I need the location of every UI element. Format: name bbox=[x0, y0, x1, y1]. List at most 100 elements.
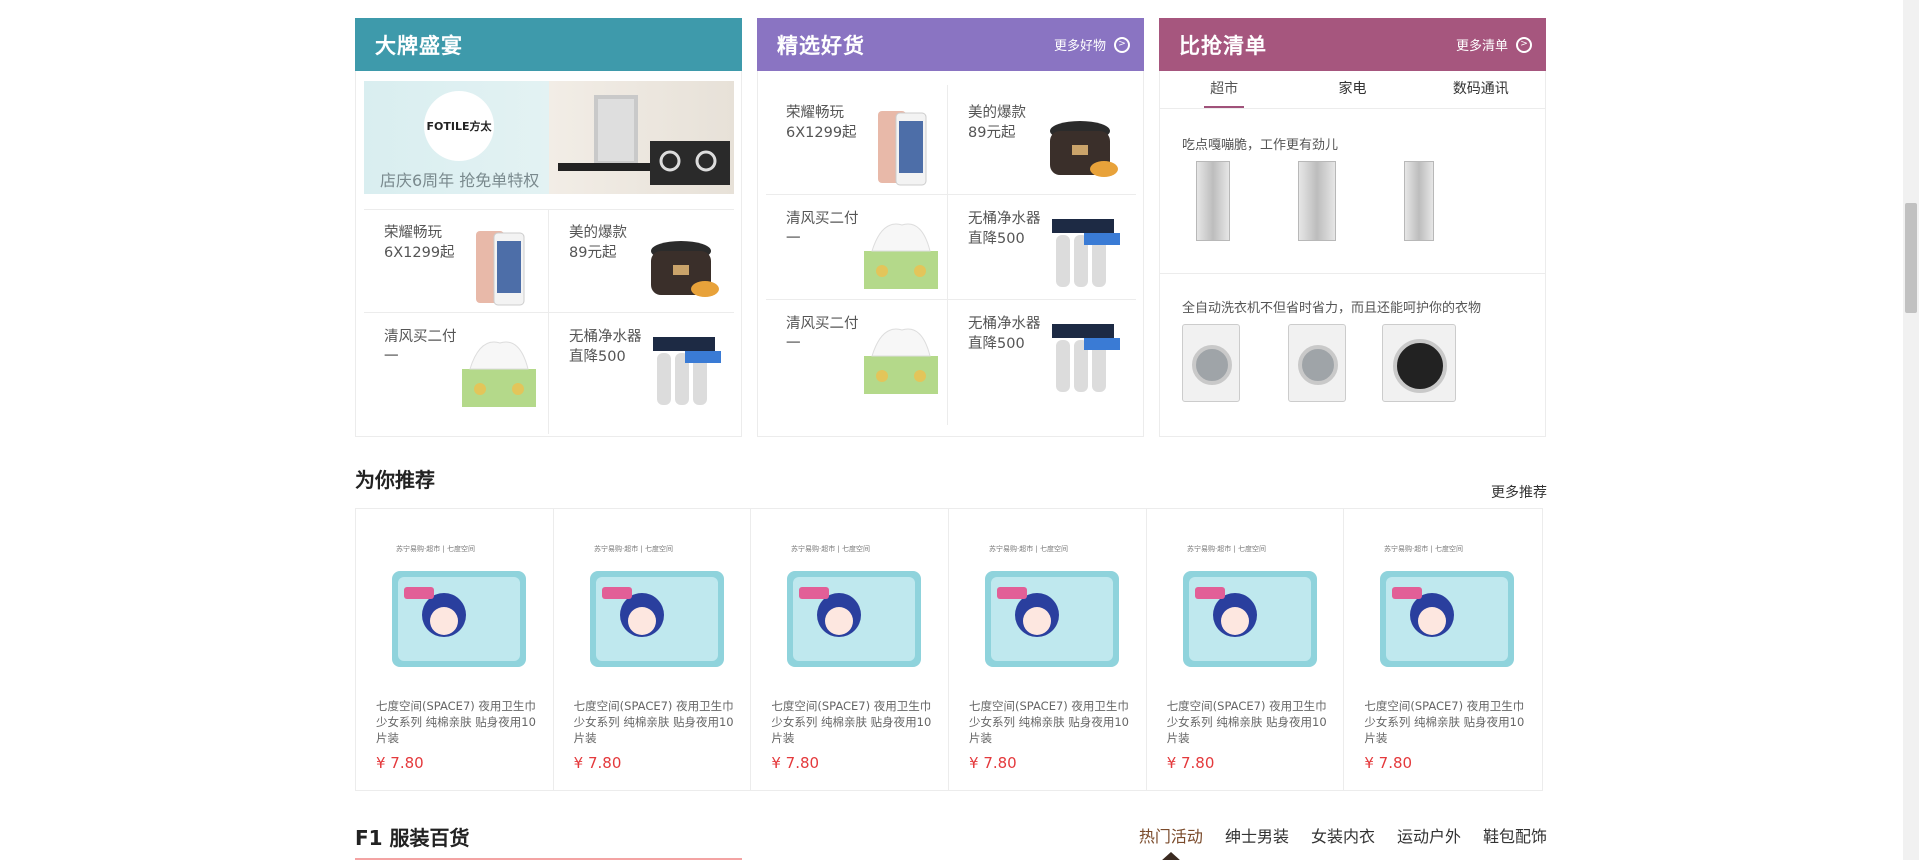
tile-name: 荣耀畅玩 bbox=[786, 105, 844, 121]
tab-label: 数码通讯 bbox=[1452, 81, 1509, 97]
tile-sub: 一 bbox=[786, 336, 801, 352]
chevron-right-icon: > bbox=[1516, 36, 1532, 53]
product-price: ¥ 7.80 bbox=[969, 754, 1017, 772]
panel-brand-feast: 大牌盛宴 FOTILE方太 店庆6周年 抢免单特权 荣耀畅玩 6X1299起 美… bbox=[355, 18, 742, 437]
promo-tile[interactable]: 无桶净水器 直降500 bbox=[549, 313, 733, 416]
more-goods-link[interactable]: 更多好物 > bbox=[1054, 35, 1130, 54]
tab-label: 女装内衣 bbox=[1310, 827, 1375, 846]
pad-package-icon: 苏宁易购·超市 | 七度空间 bbox=[787, 544, 922, 667]
panel-title: 大牌盛宴 bbox=[375, 33, 463, 58]
tab-outdoor[interactable]: 运动户外 bbox=[1397, 823, 1461, 847]
tab-label: 绅士男装 bbox=[1224, 827, 1289, 846]
tab-label: 鞋包配饰 bbox=[1482, 827, 1547, 846]
tile-sub: 一 bbox=[786, 231, 801, 247]
promo-tile[interactable]: 美的爆款 89元起 bbox=[948, 89, 1132, 192]
more-link-label: 更多清单 bbox=[1455, 39, 1508, 54]
promo-tile[interactable]: 无桶净水器 直降500 bbox=[948, 195, 1132, 298]
list-section[interactable]: 全自动洗衣机不但省时省力，而且还能呵护你的衣物 bbox=[1160, 274, 1545, 434]
tab-label: 超市 bbox=[1204, 72, 1245, 108]
tissue-icon bbox=[864, 328, 938, 394]
product-card[interactable]: 苏宁易购·超市 | 七度空间 七度空间(SPACE7) 夜用卫生巾 少女系列 纯… bbox=[949, 509, 1147, 790]
pad-package-icon: 苏宁易购·超市 | 七度空间 bbox=[589, 544, 724, 667]
tile-name: 无桶净水器 bbox=[968, 316, 1041, 332]
tab-womenswear[interactable]: 女装内衣 bbox=[1311, 823, 1375, 847]
scrollbar-thumb[interactable] bbox=[1905, 203, 1917, 313]
tab-label: 热门活动 bbox=[1138, 827, 1203, 846]
promo-tile[interactable]: 荣耀畅玩 6X1299起 bbox=[766, 89, 950, 192]
svg-text:苏宁易购·超市 | 七度空间: 苏宁易购·超市 | 七度空间 bbox=[396, 544, 475, 553]
svg-text:苏宁易购·超市 | 七度空间: 苏宁易购·超市 | 七度空间 bbox=[989, 544, 1068, 553]
tab-accessories[interactable]: 鞋包配饰 bbox=[1483, 823, 1547, 847]
water-purifier-icon bbox=[1052, 219, 1120, 287]
tile-sub: 89元起 bbox=[569, 245, 617, 261]
tile-name: 清风买二付 bbox=[786, 211, 859, 227]
category-tabs: 超市 家电 数码通讯 bbox=[1160, 71, 1545, 109]
tab-supermarket[interactable]: 超市 bbox=[1160, 71, 1288, 108]
pad-package-icon: 苏宁易购·超市 | 七度空间 bbox=[1380, 544, 1515, 667]
tile-name: 清风买二付 bbox=[786, 316, 859, 332]
product-card[interactable]: 苏宁易购·超市 | 七度空间 七度空间(SPACE7) 夜用卫生巾 少女系列 纯… bbox=[356, 509, 554, 790]
product-name: 七度空间(SPACE7) 夜用卫生巾 少女系列 纯棉亲肤 贴身夜用10片装 bbox=[376, 699, 536, 745]
tile-sub: 直降500 bbox=[968, 231, 1025, 247]
caret-up-icon bbox=[1160, 852, 1181, 860]
svg-text:苏宁易购·超市 | 七度空间: 苏宁易购·超市 | 七度空间 bbox=[594, 544, 673, 553]
product-name: 七度空间(SPACE7) 夜用卫生巾 少女系列 纯棉亲肤 贴身夜用10片装 bbox=[573, 699, 734, 745]
product-card[interactable]: 苏宁易购·超市 | 七度空间 七度空间(SPACE7) 夜用卫生巾 少女系列 纯… bbox=[1147, 509, 1345, 790]
pad-package-icon: 苏宁易购·超市 | 七度空间 bbox=[985, 544, 1120, 667]
tile-name: 美的爆款 bbox=[569, 225, 627, 241]
product-card[interactable]: 苏宁易购·超市 | 七度空间 七度空间(SPACE7) 夜用卫生巾 少女系列 纯… bbox=[1344, 509, 1542, 790]
product-name: 七度空间(SPACE7) 夜用卫生巾 少女系列 纯棉亲肤 贴身夜用10片装 bbox=[969, 699, 1129, 745]
section-text: 吃点嘎嘣脆，工作更有劲儿 bbox=[1182, 138, 1339, 153]
recommend-title: 为你推荐 bbox=[355, 468, 435, 492]
tissue-icon bbox=[462, 341, 536, 407]
pad-package-icon: 苏宁易购·超市 | 七度空间 bbox=[392, 544, 526, 667]
promo-tile[interactable]: 美的爆款 89元起 bbox=[549, 209, 733, 312]
tab-digital[interactable]: 数码通讯 bbox=[1417, 71, 1545, 108]
promo-tile[interactable]: 清风买二付 一 bbox=[766, 300, 950, 403]
promo-tile[interactable]: 清风买二付 一 bbox=[364, 313, 548, 416]
tile-name: 无桶净水器 bbox=[968, 211, 1041, 227]
more-recommend-link[interactable]: 更多推荐 bbox=[1491, 482, 1547, 502]
tile-sub: 一 bbox=[384, 349, 399, 365]
tile-name: 无桶净水器 bbox=[569, 329, 642, 345]
more-list-link[interactable]: 更多清单 > bbox=[1456, 35, 1532, 54]
tab-menswear[interactable]: 绅士男装 bbox=[1225, 823, 1289, 847]
panel-title: 比抢清单 bbox=[1179, 33, 1267, 58]
product-price: ¥ 7.80 bbox=[1166, 754, 1215, 772]
fridge-icon bbox=[1196, 161, 1230, 241]
product-card[interactable]: 苏宁易购·超市 | 七度空间 七度空间(SPACE7) 夜用卫生巾 少女系列 纯… bbox=[554, 509, 752, 790]
promo-tile[interactable]: 无桶净水器 直降500 bbox=[948, 300, 1132, 403]
promo-tile[interactable]: 荣耀畅玩 6X1299起 bbox=[364, 209, 548, 312]
range-hood-icon bbox=[558, 95, 730, 185]
water-purifier-icon bbox=[1052, 324, 1120, 392]
product-name: 七度空间(SPACE7) 夜用卫生巾 少女系列 纯棉亲肤 贴身夜用10片装 bbox=[1166, 699, 1327, 745]
list-section[interactable]: 吃点嘎嘣脆，工作更有劲儿 bbox=[1160, 111, 1545, 271]
fotile-banner[interactable]: FOTILE方太 店庆6周年 抢免单特权 bbox=[364, 81, 734, 194]
rice-cooker-icon bbox=[1050, 121, 1118, 177]
tab-appliances[interactable]: 家电 bbox=[1288, 71, 1416, 108]
tab-hot-events[interactable]: 热门活动 bbox=[1138, 823, 1203, 860]
tile-sub: 6X1299起 bbox=[384, 245, 455, 261]
washer-icon bbox=[1182, 324, 1240, 402]
water-purifier-icon bbox=[653, 337, 721, 405]
tile-sub: 6X1299起 bbox=[786, 125, 857, 141]
panel-selected-goods: 精选好货 更多好物 > 荣耀畅玩 6X1299起 美的爆款 89元起 清风买二付 bbox=[757, 18, 1144, 437]
tile-name: 荣耀畅玩 bbox=[384, 225, 442, 241]
tile-sub: 直降500 bbox=[968, 336, 1025, 352]
promo-tile[interactable]: 清风买二付 一 bbox=[766, 195, 950, 298]
tab-label: 家电 bbox=[1338, 81, 1367, 97]
product-card[interactable]: 苏宁易购·超市 | 七度空间 七度空间(SPACE7) 夜用卫生巾 少女系列 纯… bbox=[751, 509, 950, 790]
floor-title: F1 服装百货 bbox=[355, 826, 470, 850]
tissue-icon bbox=[864, 223, 938, 289]
product-price: ¥ 7.80 bbox=[1364, 754, 1413, 772]
phone-icon bbox=[476, 231, 525, 306]
tile-sub: 89元起 bbox=[968, 125, 1016, 141]
panel-compare-list: 比抢清单 更多清单 > 超市 家电 数码通讯 吃点嘎嘣脆，工作更有劲儿 全自动洗… bbox=[1159, 18, 1546, 437]
recommend-list: 苏宁易购·超市 | 七度空间 七度空间(SPACE7) 夜用卫生巾 少女系列 纯… bbox=[355, 508, 1543, 791]
tile-name: 清风买二付 bbox=[384, 329, 457, 345]
tile-name: 美的爆款 bbox=[968, 105, 1026, 121]
pad-package-icon: 苏宁易购·超市 | 七度空间 bbox=[1182, 544, 1317, 667]
product-price: ¥ 7.80 bbox=[376, 754, 424, 772]
scrollbar[interactable] bbox=[1903, 0, 1919, 860]
washer-icon bbox=[1288, 324, 1346, 402]
